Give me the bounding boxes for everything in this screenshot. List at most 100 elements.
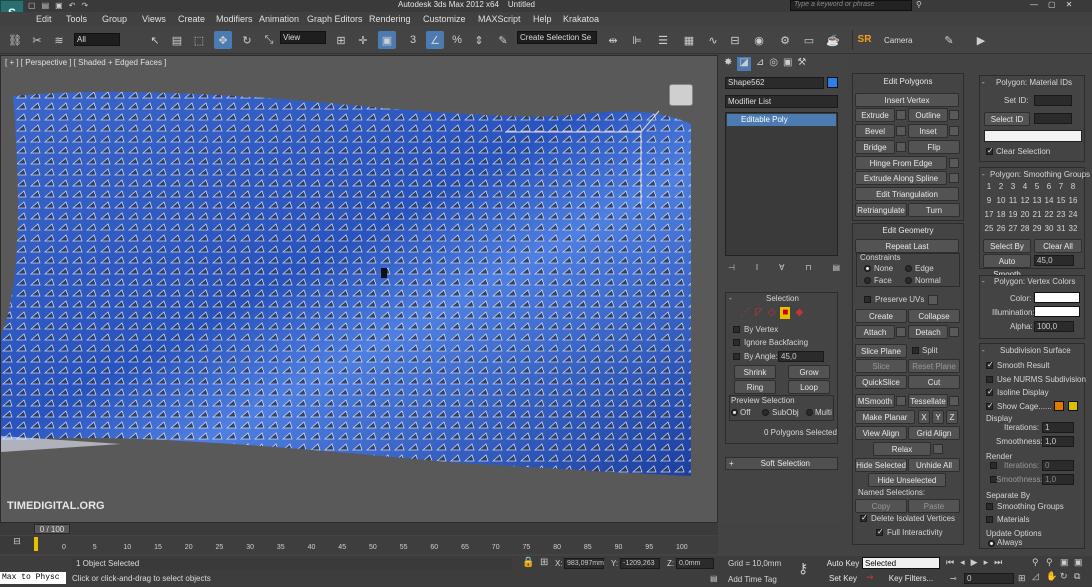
modifier-stack[interactable] bbox=[725, 112, 838, 256]
illumination-swatch[interactable] bbox=[1034, 306, 1080, 317]
modifier-list-dropdown[interactable]: Modifier List bbox=[725, 95, 838, 108]
constraint-none-radio[interactable] bbox=[864, 265, 871, 272]
set-id-spinner[interactable] bbox=[1034, 95, 1072, 106]
slice-plane-button[interactable]: Slice Plane bbox=[855, 344, 907, 358]
select-object-icon[interactable]: ↖ bbox=[146, 31, 164, 49]
mesh-surface[interactable] bbox=[1, 56, 718, 523]
pin-stack-icon[interactable]: ⊣ bbox=[728, 263, 735, 273]
render-smoothness-spinner[interactable]: 1,0 bbox=[1042, 474, 1074, 485]
material-name-dropdown[interactable] bbox=[984, 130, 1082, 142]
extrude-along-spline-button[interactable]: Extrude Along Spline bbox=[855, 171, 947, 185]
constraint-normal-radio[interactable] bbox=[905, 277, 912, 284]
menu-krakatoa[interactable]: Krakatoa bbox=[563, 14, 599, 24]
select-scale-icon[interactable]: ⤡ bbox=[260, 31, 278, 49]
planar-y-button[interactable]: Y bbox=[932, 410, 944, 424]
attach-list-icon[interactable] bbox=[896, 327, 906, 337]
bevel-button[interactable]: Bevel bbox=[855, 124, 895, 138]
bridge-settings-icon[interactable] bbox=[896, 142, 906, 152]
loop-button[interactable]: Loop bbox=[788, 380, 830, 394]
pointer-icon[interactable]: ▶ bbox=[972, 31, 990, 49]
render-production-icon[interactable]: ☕ bbox=[824, 31, 842, 49]
menu-rendering[interactable]: Rendering bbox=[369, 14, 411, 24]
planar-z-button[interactable]: Z bbox=[946, 410, 958, 424]
selection-filter-dropdown[interactable]: All bbox=[74, 33, 120, 46]
insert-vertex-button[interactable]: Insert Vertex bbox=[855, 93, 959, 107]
display-tab-icon[interactable]: ▣ bbox=[783, 57, 792, 71]
tessellate-settings-icon[interactable] bbox=[949, 396, 959, 406]
element-mode-icon[interactable]: ◆ bbox=[795, 307, 803, 319]
quickslice-button[interactable]: QuickSlice bbox=[855, 375, 907, 389]
object-name-field[interactable]: Shape562 bbox=[725, 77, 824, 89]
detach-button[interactable]: Detach bbox=[908, 325, 948, 339]
snaps-toggle-icon[interactable]: 3 bbox=[404, 31, 422, 49]
relax-settings-icon[interactable] bbox=[933, 444, 943, 454]
display-iterations-spinner[interactable]: 1 bbox=[1042, 422, 1074, 433]
bind-space-warp-icon[interactable]: ≋ bbox=[50, 31, 68, 49]
retriangulate-button[interactable]: Retriangulate bbox=[855, 203, 907, 217]
separate-materials-checkbox[interactable] bbox=[986, 516, 993, 523]
menu-edit[interactable]: Edit bbox=[36, 14, 52, 24]
attach-button[interactable]: Attach bbox=[855, 325, 895, 339]
hinge-from-edge-button[interactable]: Hinge From Edge bbox=[855, 156, 947, 170]
schematic-view-icon[interactable]: ⊟ bbox=[726, 31, 744, 49]
vertex-mode-icon[interactable]: ⋰ bbox=[740, 307, 750, 319]
vertex-colors-title[interactable]: Polygon: Vertex Colors bbox=[994, 277, 1075, 286]
key-selection-dropdown[interactable]: Selected bbox=[862, 557, 940, 569]
go-to-end-icon[interactable]: ⏭ bbox=[994, 557, 1002, 569]
maxscript-listener-field[interactable]: Max to Physc bbox=[0, 572, 66, 584]
curve-editor-icon[interactable]: ∿ bbox=[704, 31, 722, 49]
relax-button[interactable]: Relax bbox=[873, 442, 931, 456]
render-iterations-spinner[interactable]: 0 bbox=[1042, 460, 1074, 471]
unhide-all-button[interactable]: Unhide All bbox=[908, 458, 960, 472]
extrude-button[interactable]: Extrude bbox=[855, 108, 895, 122]
split-checkbox[interactable] bbox=[912, 347, 919, 354]
menu-create[interactable]: Create bbox=[178, 14, 205, 24]
edit-polygons-title[interactable]: Edit Polygons bbox=[852, 76, 964, 89]
zoom-extents-all-icon[interactable]: ▣ bbox=[1074, 557, 1088, 571]
render-iterations-checkbox[interactable] bbox=[990, 462, 997, 469]
inset-button[interactable]: Inset bbox=[908, 124, 948, 138]
keyboard-shortcut-override-icon[interactable]: ▣ bbox=[378, 31, 396, 49]
sg-button[interactable]: 32 bbox=[1066, 224, 1080, 233]
zoom-all-icon[interactable]: ⚲ bbox=[1046, 557, 1060, 571]
preserve-uvs-checkbox[interactable] bbox=[864, 296, 871, 303]
selection-collapse-toggle[interactable]: - bbox=[729, 294, 732, 303]
menu-modifiers[interactable]: Modifiers bbox=[216, 14, 253, 24]
configure-sets-icon[interactable]: ▤ bbox=[832, 263, 840, 273]
display-smoothness-spinner[interactable]: 1,0 bbox=[1042, 436, 1074, 447]
extrude-spline-settings-icon[interactable] bbox=[949, 173, 959, 183]
hinge-settings-icon[interactable] bbox=[949, 158, 959, 168]
turn-button[interactable]: Turn bbox=[908, 203, 960, 217]
search-input[interactable]: Type a keyword or phrase bbox=[790, 0, 912, 11]
tessellate-button[interactable]: Tessellate bbox=[908, 394, 948, 408]
cage-selection-color-swatch[interactable] bbox=[1068, 401, 1078, 411]
layer-manager-icon[interactable]: ☰ bbox=[654, 31, 672, 49]
graphite-ribbon-icon[interactable]: ▦ bbox=[680, 31, 698, 49]
clear-all-button[interactable]: Clear All bbox=[1034, 239, 1082, 253]
by-vertex-checkbox[interactable] bbox=[733, 326, 740, 333]
subdivision-title[interactable]: Subdivision Surface bbox=[1000, 346, 1071, 355]
sg-button[interactable]: 8 bbox=[1066, 182, 1080, 191]
full-interactivity-checkbox[interactable] bbox=[876, 527, 884, 536]
msmooth-button[interactable]: MSmooth bbox=[855, 394, 895, 408]
unlink-icon[interactable]: ✂ bbox=[28, 31, 46, 49]
grow-button[interactable]: Grow bbox=[788, 365, 830, 379]
remove-modifier-icon[interactable]: ⊓ bbox=[805, 263, 811, 273]
select-id-spinner[interactable] bbox=[1034, 113, 1072, 124]
new-icon[interactable]: ▢ bbox=[28, 1, 36, 11]
menu-views[interactable]: Views bbox=[142, 14, 166, 24]
hide-selected-button[interactable]: Hide Selected bbox=[855, 458, 907, 472]
show-end-result-icon[interactable]: I bbox=[756, 263, 758, 273]
repeat-last-button[interactable]: Repeat Last bbox=[855, 239, 959, 253]
percent-snap-icon[interactable]: % bbox=[448, 31, 466, 49]
soft-selection-rollout[interactable]: + Soft Selection bbox=[725, 457, 838, 470]
play-icon[interactable]: ▶ bbox=[971, 557, 978, 569]
camera-button[interactable]: Camera bbox=[884, 36, 912, 45]
key-filter-icon[interactable]: ⇝ bbox=[866, 572, 874, 583]
minimize-icon[interactable]: — bbox=[1030, 0, 1038, 10]
go-to-start-icon[interactable]: ⏮ bbox=[946, 557, 954, 569]
cage-color-swatch[interactable] bbox=[1054, 401, 1064, 411]
planar-x-button[interactable]: X bbox=[918, 410, 930, 424]
select-rotate-icon[interactable]: ↻ bbox=[238, 31, 256, 49]
time-slider-thumb[interactable]: 0 / 100 bbox=[34, 524, 70, 534]
